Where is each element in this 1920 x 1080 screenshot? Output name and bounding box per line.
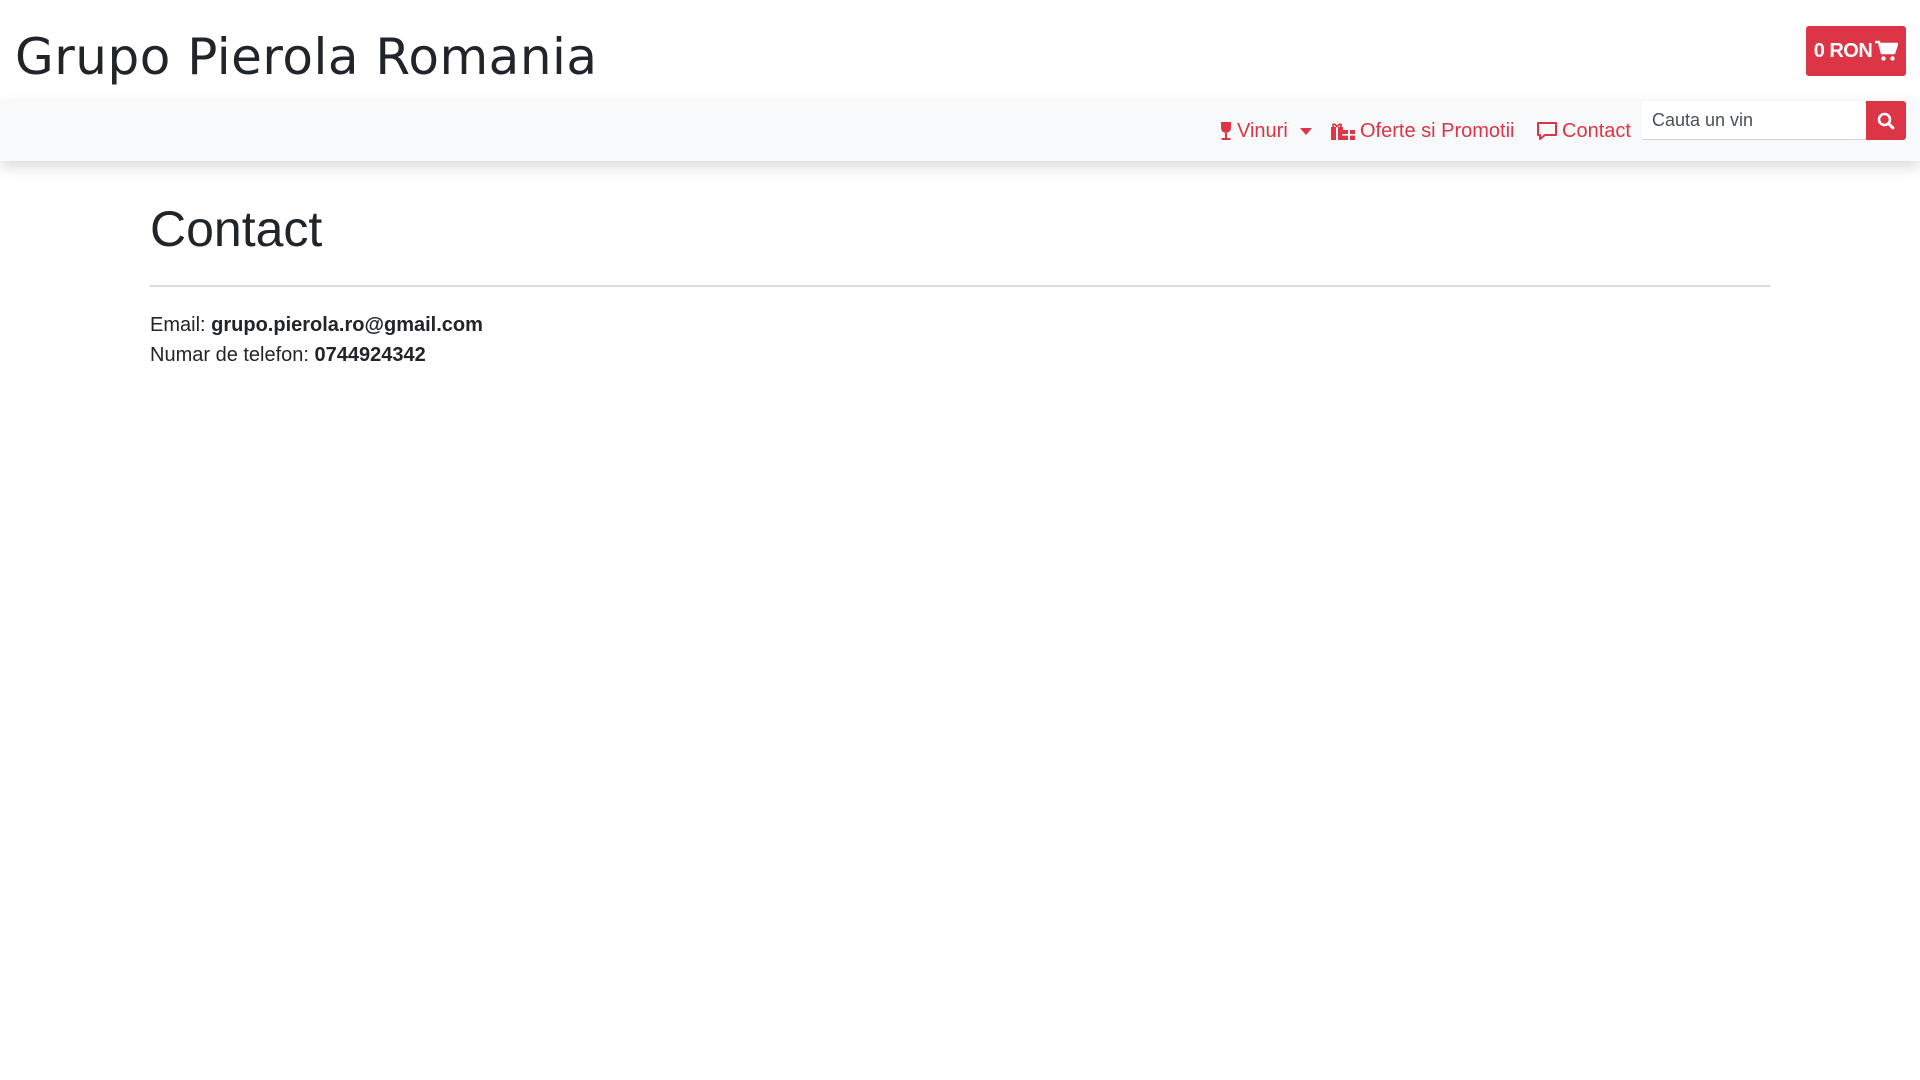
nav-item-label: Oferte si Promotii (1360, 119, 1515, 142)
comment-icon (1537, 122, 1557, 140)
email-value: grupo.pierola.ro@gmail.com (211, 314, 483, 336)
nav-item-label: Vinuri (1237, 119, 1288, 142)
cart-button[interactable]: 0 RON (1806, 26, 1906, 76)
nav-item-contact[interactable]: Contact (1536, 115, 1631, 147)
phone-label: Numar de telefon: (150, 344, 309, 366)
shopping-cart-icon (1875, 40, 1899, 61)
email-label: Email: (150, 314, 206, 336)
gifts-icon (1331, 123, 1355, 140)
cart-total: 0 RON (1813, 39, 1873, 62)
main-content: Contact Email: grupo.pierola.ro@gmail.co… (150, 196, 1770, 370)
email-row: Email: grupo.pierola.ro@gmail.com (150, 310, 1770, 340)
search-input[interactable] (1642, 101, 1866, 140)
title-divider (150, 285, 1770, 287)
phone-value: 0744924342 (314, 344, 426, 366)
chevron-down-icon (1299, 127, 1312, 135)
site-brand[interactable]: Grupo Pierola Romania (15, 26, 598, 88)
main-navbar: Vinuri Oferte si Promotii Contact (0, 101, 1920, 161)
phone-row: Numar de telefon: 0744924342 (150, 340, 1770, 370)
nav-item-label: Contact (1562, 119, 1631, 142)
search-button[interactable] (1866, 101, 1906, 140)
wine-glass-icon (1221, 122, 1231, 140)
nav-item-vinuri[interactable]: Vinuri (1219, 115, 1312, 147)
search-icon (1877, 112, 1895, 129)
nav-item-oferte[interactable]: Oferte si Promotii (1330, 115, 1514, 147)
contact-info: Email: grupo.pierola.ro@gmail.com Numar … (150, 310, 1770, 370)
site-header: Grupo Pierola Romania 0 RON (0, 0, 1920, 101)
page-title: Contact (150, 201, 323, 257)
